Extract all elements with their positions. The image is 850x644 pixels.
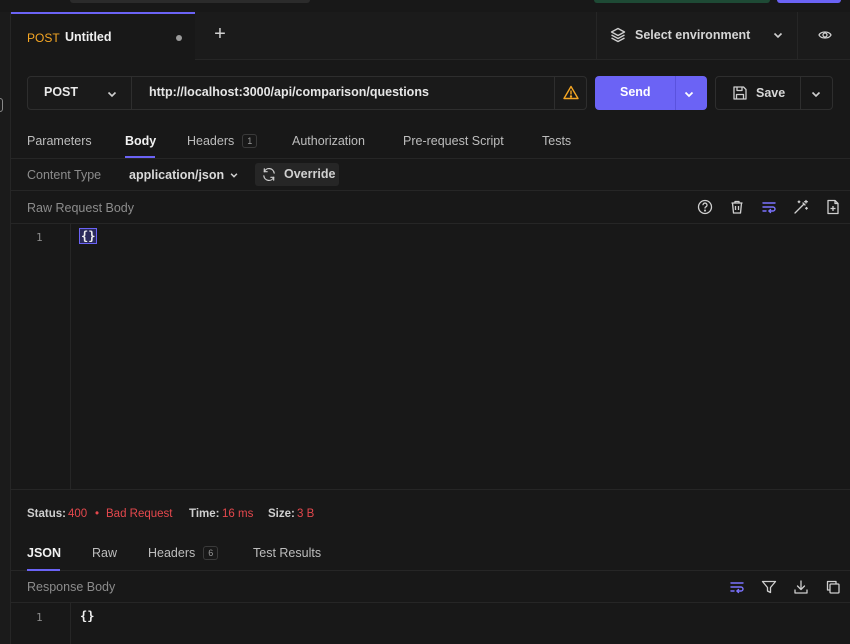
send-button[interactable]: Send: [595, 76, 707, 110]
left-sidebar-edge: [0, 12, 11, 644]
request-tab[interactable]: POST Untitled: [11, 12, 195, 60]
environment-label: Select environment: [635, 28, 751, 42]
chevron-down-icon[interactable]: [683, 88, 695, 100]
content-type-select[interactable]: application/json: [129, 168, 224, 182]
tab-authorization[interactable]: Authorization: [292, 134, 365, 148]
word-wrap-icon[interactable]: [729, 579, 745, 595]
raw-body-header: Raw Request Body: [11, 191, 850, 224]
response-body-code: {}: [80, 609, 95, 623]
warning-icon: [563, 85, 579, 100]
response-headers-count-badge: 6: [203, 546, 219, 560]
top-green-button[interactable]: [594, 0, 770, 3]
layers-icon: [610, 27, 626, 43]
eye-icon: [818, 31, 832, 39]
save-divider: [800, 77, 801, 109]
magic-wand-icon[interactable]: [793, 199, 809, 215]
response-body-header: Response Body: [11, 571, 850, 603]
chevron-down-icon[interactable]: [810, 88, 822, 100]
refresh-icon: [263, 168, 275, 181]
response-body-viewer[interactable]: 1 {}: [11, 603, 850, 644]
response-body-label: Response Body: [27, 580, 116, 594]
raw-body-label: Raw Request Body: [27, 201, 135, 215]
url-input[interactable]: http://localhost:3000/api/comparison/que…: [149, 85, 429, 99]
size-value: 3 B: [297, 508, 315, 520]
top-strip: [0, 0, 850, 12]
time-value: 16 ms: [222, 508, 254, 520]
word-wrap-icon[interactable]: [761, 199, 777, 215]
line-number: 1: [36, 231, 43, 244]
override-button[interactable]: Override: [255, 163, 339, 186]
method-selector[interactable]: POST: [28, 77, 132, 109]
method-label: POST: [44, 85, 79, 99]
sidebar-collapse-handle[interactable]: [0, 98, 3, 112]
environment-preview-button[interactable]: [797, 12, 850, 59]
tab-body[interactable]: Body: [125, 134, 156, 148]
status-code: 400: [68, 508, 88, 520]
chevron-down-icon: [773, 32, 783, 39]
trash-icon[interactable]: [729, 199, 745, 215]
active-tab-indicator: [125, 156, 155, 158]
copy-icon[interactable]: [825, 579, 841, 595]
send-label: Send: [620, 85, 651, 99]
response-status-bar: Status: 400 • Bad Request Time: 16 ms Si…: [11, 490, 850, 538]
save-button[interactable]: Save: [715, 76, 833, 110]
tab-headers-label: Headers: [187, 134, 235, 148]
headers-count-badge: 1: [242, 134, 258, 148]
tab-title: Untitled: [65, 30, 112, 44]
time-label: Time:: [189, 508, 220, 520]
response-tabs: JSON Raw Headers 6 Test Results: [11, 538, 850, 571]
line-number: 1: [36, 611, 43, 624]
environment-selector[interactable]: Select environment: [596, 12, 796, 59]
tab-method: POST: [27, 31, 60, 45]
tab-headers[interactable]: Headers 1: [187, 134, 258, 148]
filter-icon[interactable]: [761, 579, 777, 595]
tab-response-headers[interactable]: Headers 6: [148, 546, 219, 560]
download-icon[interactable]: [793, 579, 809, 595]
request-tabs: Parameters Body Headers 1 Authorization P…: [11, 125, 850, 159]
new-tab-button[interactable]: +: [211, 24, 229, 44]
tab-prerequest-script[interactable]: Pre-request Script: [403, 134, 504, 148]
status-label: Status:: [27, 508, 66, 520]
tab-response-headers-label: Headers: [148, 546, 196, 560]
request-body-editor[interactable]: 1 {}: [11, 224, 850, 490]
status-text: Bad Request: [106, 508, 173, 520]
tab-test-results[interactable]: Test Results: [253, 546, 321, 560]
size-label: Size:: [268, 508, 295, 520]
top-accent-button[interactable]: [777, 0, 841, 3]
line-number-gutter: 1: [11, 224, 71, 490]
line-number-gutter: 1: [11, 603, 71, 644]
save-icon: [733, 86, 747, 100]
file-add-icon[interactable]: [825, 199, 841, 215]
url-warning-button[interactable]: [554, 77, 587, 109]
tab-tests[interactable]: Tests: [542, 134, 571, 148]
chevron-down-icon: [107, 91, 117, 98]
send-divider: [675, 76, 676, 110]
content-type-row: Content Type application/json Override: [11, 159, 850, 191]
chevron-down-icon[interactable]: [229, 170, 239, 180]
url-bar: POST http://localhost:3000/api/compariso…: [27, 76, 587, 110]
status-separator: •: [95, 508, 100, 520]
request-body-code[interactable]: {}: [78, 228, 98, 244]
tab-parameters[interactable]: Parameters: [27, 134, 92, 148]
unsaved-dot-icon[interactable]: [176, 35, 182, 41]
save-label: Save: [756, 86, 786, 100]
override-label: Override: [284, 167, 336, 181]
content-type-label: Content Type: [27, 168, 102, 182]
tab-json[interactable]: JSON: [27, 546, 61, 560]
top-search-bar[interactable]: [70, 0, 310, 3]
tab-bar: POST Untitled + Select environment: [11, 12, 850, 60]
tab-raw[interactable]: Raw: [92, 546, 117, 560]
help-icon[interactable]: [697, 199, 713, 215]
